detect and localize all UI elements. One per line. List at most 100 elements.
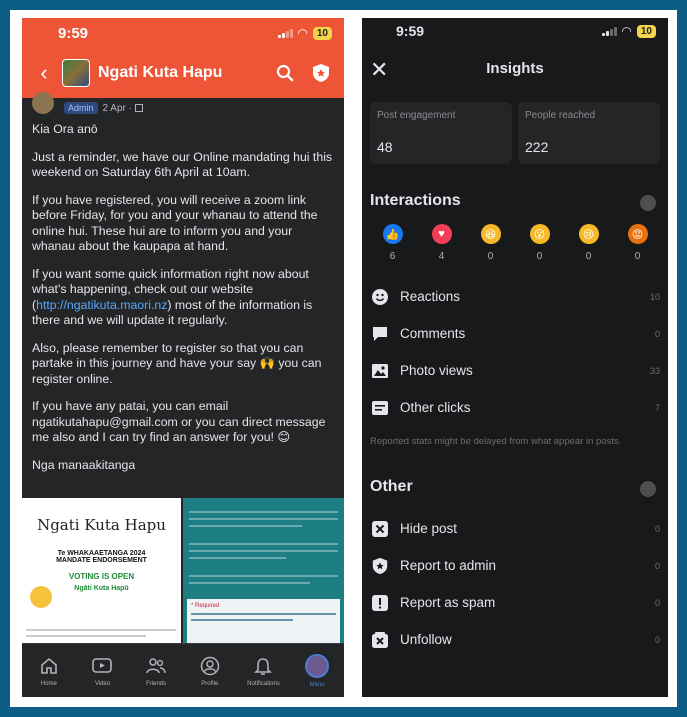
registration-form-image[interactable]: * Required <box>183 498 344 643</box>
reaction-haha: 😆 0 <box>471 224 511 262</box>
row-value: 7 <box>654 402 660 413</box>
row-label: Unfollow <box>400 632 452 647</box>
author-avatar[interactable] <box>32 92 54 114</box>
status-bar: 9:59 ◠ 10 <box>22 18 344 48</box>
card-value: 222 <box>525 139 549 155</box>
tab-profile[interactable]: Profile <box>185 655 235 687</box>
group-name[interactable]: Ngati Kuta Hapu <box>98 64 262 82</box>
row-value: 33 <box>649 365 660 376</box>
wifi-icon: ◠ <box>297 26 308 40</box>
tab-notifications[interactable]: Notifications <box>238 655 288 687</box>
required-label: * Required <box>191 603 220 609</box>
poster-line: Te WHAKAAETANGA 2024 <box>57 550 146 557</box>
row-value: 10 <box>649 291 660 302</box>
friends-icon <box>145 655 167 677</box>
reaction-breakdown: 👍 6 ♥ 4 😆 0 😮 0 😢 0 😡 0 <box>362 210 668 262</box>
post-paragraph: If you want some quick information right… <box>32 267 334 329</box>
section-title: Interactions <box>370 192 461 209</box>
sad-icon: 😢 <box>578 224 599 244</box>
action-row[interactable]: Unfollow 0 <box>362 621 668 658</box>
post-paragraph: If you have any patai, you can email nga… <box>32 399 326 444</box>
reaction-count: 0 <box>536 251 543 262</box>
shield-icon <box>370 556 390 576</box>
row-label: Report to admin <box>400 558 497 573</box>
group-avatar[interactable] <box>62 59 90 87</box>
interaction-row: Photo views 33 <box>362 352 668 389</box>
post-images: Ngati Kuta Hapu Te WHAKAAETANGA 2024 MAN… <box>22 498 344 643</box>
reaction-count: 0 <box>487 251 494 262</box>
bottom-tab-bar: Home Video Friends Profile Notifications <box>22 643 344 697</box>
spam-icon <box>370 593 390 613</box>
row-value: 0 <box>654 634 660 645</box>
tab-friends[interactable]: Friends <box>131 655 181 687</box>
wifi-icon: ◠ <box>621 24 632 38</box>
row-label: Photo views <box>400 363 473 378</box>
back-icon[interactable]: ‹ <box>32 60 56 86</box>
emoji-icon <box>30 586 52 608</box>
interaction-row: Other clicks 7 <box>362 389 668 426</box>
post-meta: Admin 2 Apr · <box>22 92 344 118</box>
audience-icon <box>134 104 143 112</box>
signal-icon <box>602 26 618 36</box>
bell-icon <box>252 655 274 677</box>
row-label: Comments <box>400 326 466 341</box>
status-bar: 9:59 ◠ 10 <box>362 18 668 44</box>
post-paragraph: If you have registered, you will receive… <box>32 192 318 254</box>
page-title: Insights <box>486 59 544 77</box>
summary-cards: Post engagement 48 People reached 222 <box>362 92 668 164</box>
smiley-icon <box>370 287 390 307</box>
card-value: 48 <box>377 139 393 155</box>
post-date: 2 Apr · <box>102 102 132 114</box>
insights-header: ✕ Insights <box>362 44 668 92</box>
website-link[interactable]: http://ngatikuta.maori.nz <box>36 298 167 312</box>
reaction-count: 4 <box>438 251 445 262</box>
group-header: ‹ Ngati Kuta Hapu <box>22 48 344 98</box>
row-label: Other clicks <box>400 400 471 415</box>
action-row[interactable]: Report to admin 0 <box>362 547 668 584</box>
interactions-heading: Interactions <box>370 192 668 211</box>
battery-icon: 10 <box>636 24 656 38</box>
interaction-row: Reactions 10 <box>362 278 668 315</box>
interaction-row: Comments 0 <box>362 315 668 352</box>
card-label: Post engagement <box>377 110 456 121</box>
tab-label: Home <box>40 680 57 687</box>
form-box: * Required <box>187 599 340 643</box>
post-paragraph: Nga manaakitanga <box>32 457 136 472</box>
shield-icon[interactable] <box>308 60 334 86</box>
tab-home[interactable]: Home <box>24 655 74 687</box>
poster-line: VOTING IS OPEN <box>68 572 135 581</box>
info-icon[interactable] <box>640 195 656 211</box>
reaction-angry: 😡 0 <box>618 224 658 262</box>
reaction-sad: 😢 0 <box>569 224 609 262</box>
info-icon[interactable] <box>640 481 656 497</box>
menu-avatar <box>305 653 330 678</box>
admin-badge: Admin <box>64 102 98 114</box>
row-label: Reactions <box>400 289 461 304</box>
post-paragraph: Kia Ora anō <box>32 122 98 136</box>
mandate-poster-image[interactable]: Ngati Kuta Hapu Te WHAKAAETANGA 2024 MAN… <box>22 498 181 643</box>
tab-video[interactable]: Video <box>77 655 127 687</box>
comment-icon <box>370 324 390 344</box>
other-heading: Other <box>370 478 668 497</box>
clicks-icon <box>370 398 390 418</box>
delay-note: Reported stats might be delayed from wha… <box>370 436 622 447</box>
post-paragraph: Just a reminder, we have our Online mand… <box>32 149 333 180</box>
love-icon: ♥ <box>431 224 452 244</box>
row-value: 0 <box>654 523 660 534</box>
wow-icon: 😮 <box>529 224 550 244</box>
haha-icon: 😆 <box>480 224 501 244</box>
search-icon[interactable] <box>272 60 298 86</box>
insights-screen: 9:59 ◠ 10 ✕ Insights Post engagement 48 … <box>362 18 668 697</box>
action-row[interactable]: Report as spam 0 <box>362 584 668 621</box>
reaction-count: 0 <box>585 251 592 262</box>
row-label: Report as spam <box>400 595 496 610</box>
row-label: Hide post <box>400 521 458 536</box>
poster-line: MANDATE ENDORSEMENT <box>56 557 147 564</box>
tab-menu[interactable]: Menu <box>292 653 342 688</box>
poster-title: Ngati Kuta Hapu <box>37 516 166 534</box>
tab-label: Video <box>94 680 111 687</box>
reaction-wow: 😮 0 <box>520 224 560 262</box>
status-time: 9:59 <box>396 23 425 39</box>
action-row[interactable]: Hide post 0 <box>362 510 668 547</box>
close-icon[interactable]: ✕ <box>370 57 388 83</box>
